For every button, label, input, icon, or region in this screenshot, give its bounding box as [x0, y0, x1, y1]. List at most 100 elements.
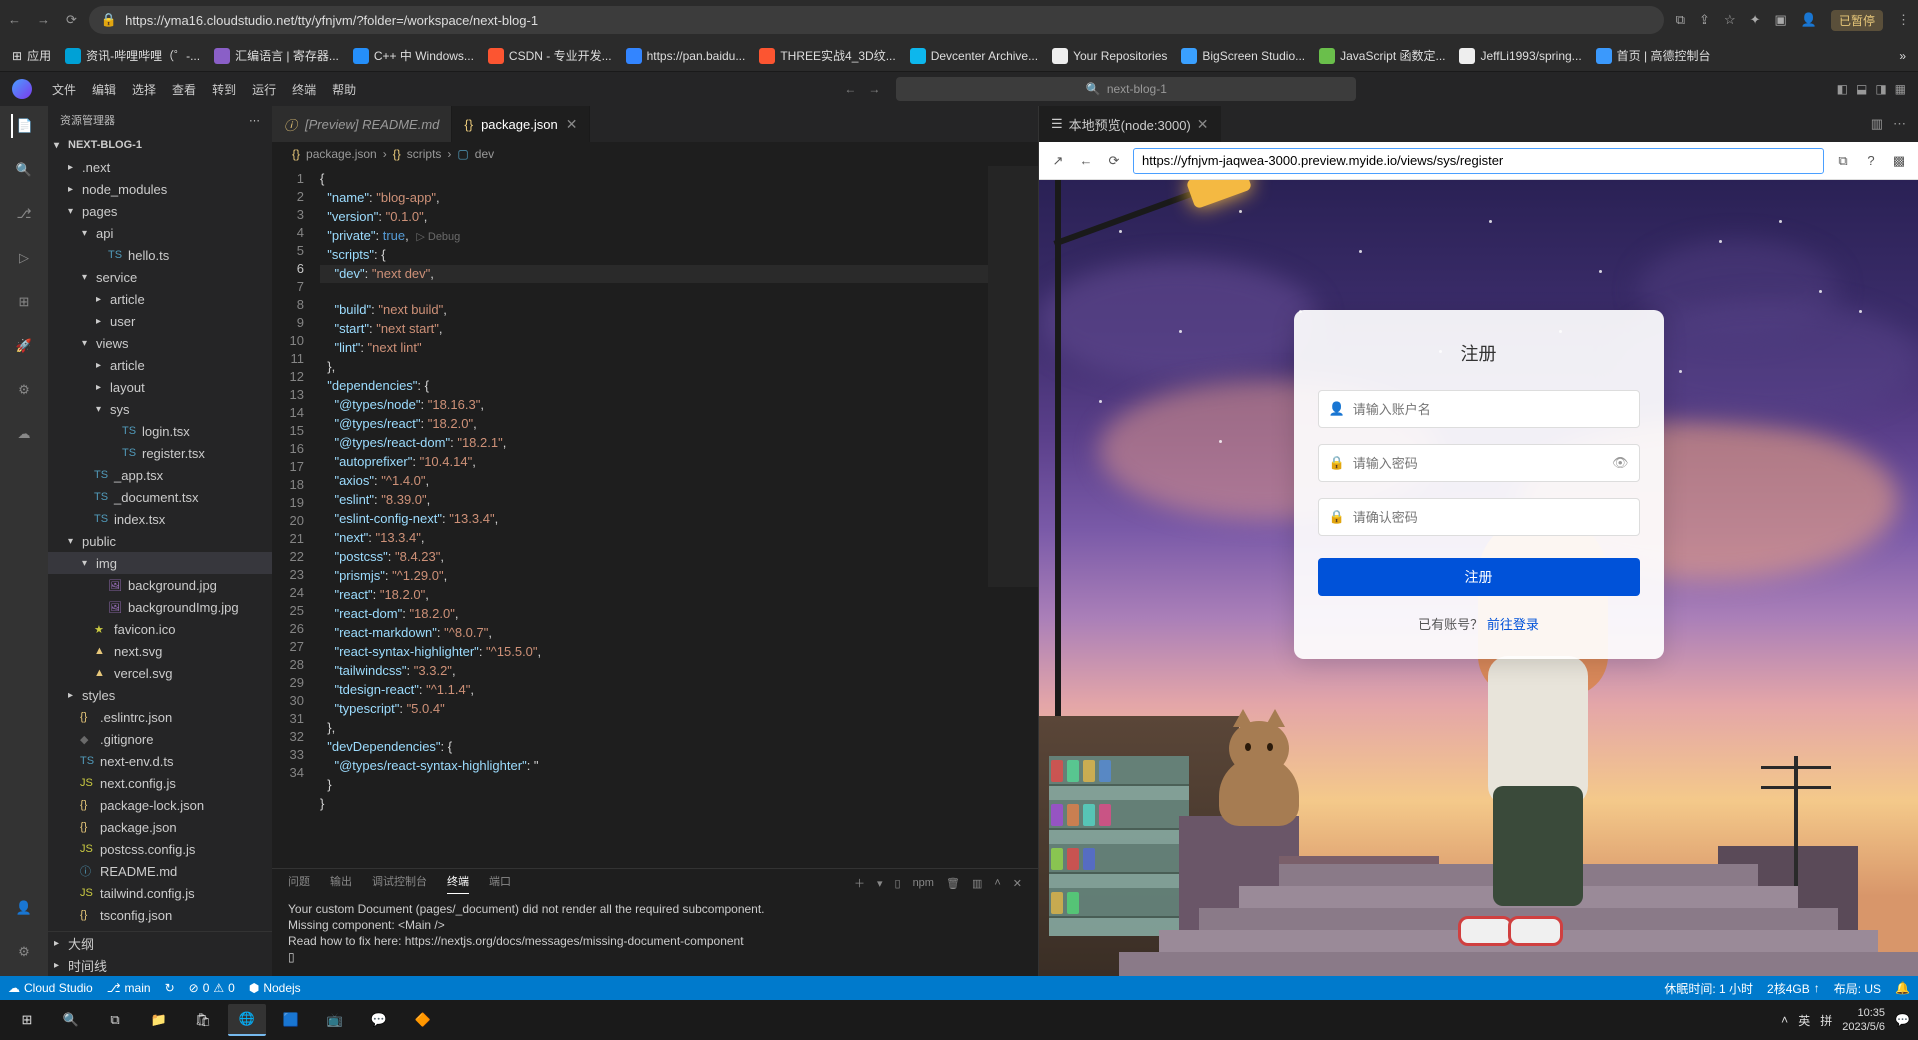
explorer-icon[interactable]: 📄 — [11, 114, 35, 138]
password-input[interactable] — [1353, 456, 1604, 471]
outline-section[interactable]: ▸大纲 — [48, 932, 272, 954]
preview-url-input[interactable] — [1133, 148, 1824, 174]
apps-icon[interactable]: ⊞ 应用 — [12, 47, 51, 64]
nav-fwd-icon[interactable]: → — [868, 82, 880, 96]
menu-转到[interactable]: 转到 — [204, 77, 244, 102]
timeline-section[interactable]: ▸时间线 — [48, 954, 272, 976]
tree-api[interactable]: ▾api — [48, 222, 272, 244]
notif-icon[interactable]: 💬 — [1895, 1013, 1910, 1027]
register-button[interactable]: 注册 — [1318, 558, 1640, 596]
tree-package.json[interactable]: {}package.json — [48, 816, 272, 838]
tab-[Preview] README.md[interactable]: ⓘ[Preview] README.md — [272, 106, 452, 142]
star-icon[interactable]: ☆ — [1724, 12, 1736, 28]
panel-icon[interactable]: ▣ — [1775, 12, 1787, 28]
account-icon[interactable]: 👤 — [12, 896, 36, 920]
tree-styles[interactable]: ▸styles — [48, 684, 272, 706]
tree-layout[interactable]: ▸layout — [48, 376, 272, 398]
back-icon[interactable]: ← — [8, 12, 21, 28]
status-rest[interactable]: 休眠时间: 1 小时 — [1664, 980, 1753, 997]
settings-icon[interactable]: ⚙ — [12, 940, 36, 964]
confirm-field[interactable]: 🔒 — [1318, 498, 1640, 536]
tree-README.md[interactable]: ⓘREADME.md — [48, 860, 272, 882]
bili-task-icon[interactable]: 📺 — [316, 1004, 354, 1036]
status-layout[interactable]: 布局: US — [1834, 980, 1881, 997]
tree-user[interactable]: ▸user — [48, 310, 272, 332]
taskview-icon[interactable]: ⧉ — [96, 1004, 134, 1036]
menu-终端[interactable]: 终端 — [284, 77, 324, 102]
editor[interactable]: 1234567891011121314151617181920212223242… — [272, 166, 1038, 868]
explorer-more-icon[interactable]: ⋯ — [249, 114, 260, 127]
wechat-task-icon[interactable]: 💬 — [360, 1004, 398, 1036]
tree-vercel.svg[interactable]: ▲vercel.svg — [48, 662, 272, 684]
store-icon[interactable]: 🛍 — [184, 1004, 222, 1036]
vscode-task-icon[interactable]: 🟦 — [272, 1004, 310, 1036]
tree-img[interactable]: ▾img — [48, 552, 272, 574]
status-cpu[interactable]: 2核4GB ↑ — [1767, 980, 1820, 997]
app-task-icon[interactable]: 🔶 — [404, 1004, 442, 1036]
terminal-output[interactable]: Your custom Document (pages/_document) d… — [272, 897, 1038, 976]
forward-icon[interactable]: → — [37, 12, 50, 28]
tree-_app.tsx[interactable]: TS_app.tsx — [48, 464, 272, 486]
bookmark-item[interactable]: Your Repositories — [1052, 47, 1167, 64]
tree-article[interactable]: ▸article — [48, 288, 272, 310]
term-split-icon[interactable]: ▯ — [895, 877, 901, 890]
debug-icon[interactable]: ▷ — [12, 246, 36, 270]
win-search-icon[interactable]: 🔍 — [52, 1004, 90, 1036]
tree-pages[interactable]: ▾pages — [48, 200, 272, 222]
preview-reload-icon[interactable]: ⟳ — [1105, 153, 1123, 169]
username-field[interactable]: 👤 — [1318, 390, 1640, 428]
scm-icon[interactable]: ⎇ — [12, 202, 36, 226]
ime-lang[interactable]: 英 — [1798, 1012, 1810, 1029]
tree-article[interactable]: ▸article — [48, 354, 272, 376]
explorer-task-icon[interactable]: 📁 — [140, 1004, 178, 1036]
goto-login-link[interactable]: 前往登录 — [1487, 617, 1539, 632]
term-tab-终端[interactable]: 终端 — [447, 873, 469, 894]
bookmark-item[interactable]: BigScreen Studio... — [1181, 47, 1305, 64]
status-problems[interactable]: ⊘ 0 ⚠ 0 — [189, 981, 235, 995]
project-root[interactable]: ▾NEXT-BLOG-1 — [48, 134, 272, 156]
term-tab-端口[interactable]: 端口 — [489, 873, 511, 893]
tree-login.tsx[interactable]: TSlogin.tsx — [48, 420, 272, 442]
tree-index.tsx[interactable]: TSindex.tsx — [48, 508, 272, 530]
preview-help-icon[interactable]: ? — [1862, 153, 1880, 168]
close-icon[interactable]: ✕ — [1197, 116, 1209, 133]
tree-hello.ts[interactable]: TShello.ts — [48, 244, 272, 266]
address-bar[interactable]: 🔒 https://yma16.cloudstudio.net/tty/yfnj… — [89, 6, 1664, 34]
rocket-icon[interactable]: 🚀 — [12, 334, 36, 358]
preview-copy-icon[interactable]: ⧉ — [1834, 153, 1852, 169]
install-icon[interactable]: ⧉ — [1676, 12, 1685, 28]
bookmark-overflow-icon[interactable]: » — [1899, 49, 1906, 63]
extensions-icon[interactable]: ✦ — [1750, 12, 1761, 28]
close-icon[interactable]: ✕ — [566, 116, 578, 133]
term-proc[interactable]: npm — [913, 877, 934, 889]
term-trash-icon[interactable]: 🗑 — [946, 877, 960, 890]
tree-sys[interactable]: ▾sys — [48, 398, 272, 420]
debug-codelens[interactable]: ▷ Debug — [416, 228, 460, 246]
profile-icon[interactable]: 👤 — [1801, 12, 1817, 28]
tree-package-lock.json[interactable]: {}package-lock.json — [48, 794, 272, 816]
confirm-input[interactable] — [1353, 510, 1629, 525]
minimap[interactable] — [988, 166, 1038, 868]
status-cloud[interactable]: ☁ Cloud Studio — [8, 981, 93, 995]
layout-grid-icon[interactable]: ▦ — [1895, 82, 1906, 96]
term-new-icon[interactable]: ＋ — [854, 875, 865, 891]
ime-mode[interactable]: 拼 — [1820, 1012, 1832, 1029]
username-input[interactable] — [1353, 402, 1629, 417]
plugin-icon[interactable]: ⚙ — [12, 378, 36, 402]
status-branch[interactable]: ⎇ main — [107, 981, 151, 995]
bookmark-item[interactable]: JeffLi1993/spring... — [1459, 47, 1581, 64]
menu-帮助[interactable]: 帮助 — [324, 77, 364, 102]
chrome-task-icon[interactable]: 🌐 — [228, 1004, 266, 1036]
tree-background.jpg[interactable]: 🖼background.jpg — [48, 574, 272, 596]
tree-register.tsx[interactable]: TSregister.tsx — [48, 442, 272, 464]
cloud-icon[interactable]: ☁ — [12, 422, 36, 446]
menu-选择[interactable]: 选择 — [124, 77, 164, 102]
breadcrumb[interactable]: {}package.json › {}scripts › ▢dev — [272, 142, 1038, 166]
reload-icon[interactable]: ⟳ — [66, 12, 77, 28]
bookmark-item[interactable]: 汇编语言 | 寄存器... — [214, 47, 339, 64]
split-icon[interactable]: ▥ — [1871, 116, 1883, 132]
menu-文件[interactable]: 文件 — [44, 77, 84, 102]
bookmark-item[interactable]: https://pan.baidu... — [626, 47, 746, 64]
term-tab-问题[interactable]: 问题 — [288, 873, 310, 893]
tree-next.svg[interactable]: ▲next.svg — [48, 640, 272, 662]
